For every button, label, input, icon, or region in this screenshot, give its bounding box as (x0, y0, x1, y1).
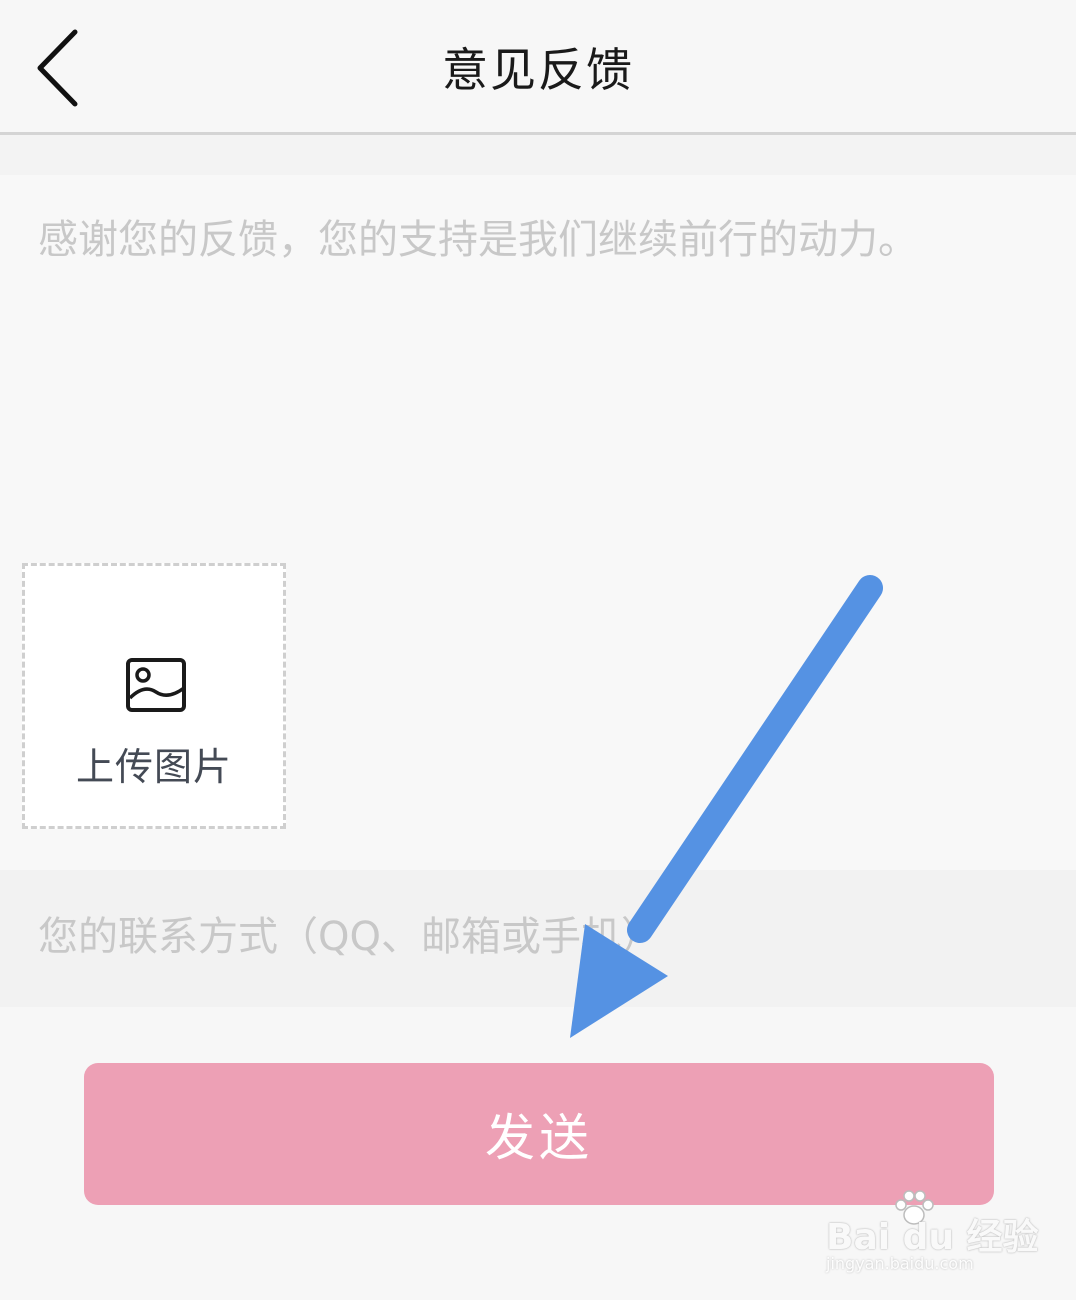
image-icon (126, 658, 186, 712)
page-title: 意见反馈 (442, 43, 634, 97)
contact-input[interactable] (38, 906, 1028, 968)
section-divider (0, 135, 1076, 175)
feedback-form: 上传图片 (0, 175, 1076, 870)
top-bar: 意见反馈 (0, 0, 1076, 135)
upload-image-button[interactable]: 上传图片 (22, 563, 286, 829)
contact-section (0, 870, 1076, 1007)
feedback-textarea[interactable] (38, 211, 978, 551)
upload-label: 上传图片 (75, 745, 232, 789)
send-button[interactable]: 发送 (84, 1063, 994, 1205)
